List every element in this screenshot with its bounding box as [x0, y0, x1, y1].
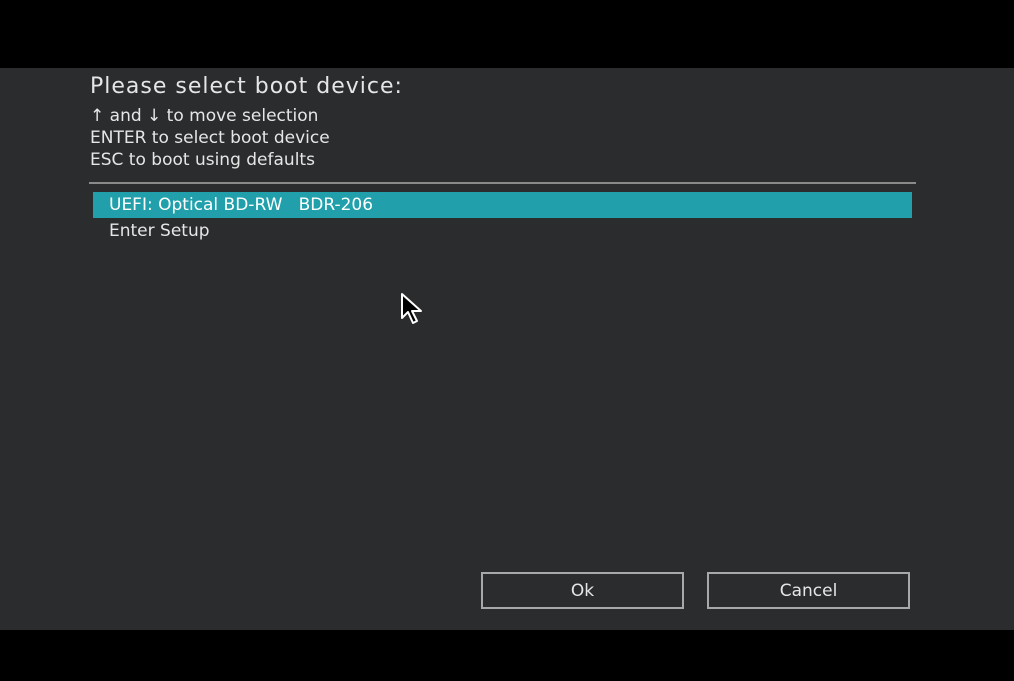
page-title: Please select boot device: — [90, 74, 403, 99]
divider — [89, 182, 916, 184]
instruction-enter: ENTER to select boot device — [90, 128, 330, 148]
cancel-button[interactable]: Cancel — [707, 572, 910, 609]
screen: Please select boot device: ↑ and ↓ to mo… — [0, 0, 1014, 681]
instruction-esc: ESC to boot using defaults — [90, 150, 315, 170]
boot-device-list: UEFI: Optical BD-RW BDR-206 Enter Setup — [93, 192, 912, 244]
instructions: ↑ and ↓ to move selection ENTER to selec… — [90, 105, 330, 171]
instruction-move: ↑ and ↓ to move selection — [90, 106, 319, 126]
boot-device-enter-setup[interactable]: Enter Setup — [93, 218, 912, 244]
mouse-pointer-icon — [401, 293, 422, 324]
ok-button[interactable]: Ok — [481, 572, 684, 609]
boot-device-optical[interactable]: UEFI: Optical BD-RW BDR-206 — [93, 192, 912, 218]
boot-menu-panel: Please select boot device: ↑ and ↓ to mo… — [0, 68, 1014, 630]
